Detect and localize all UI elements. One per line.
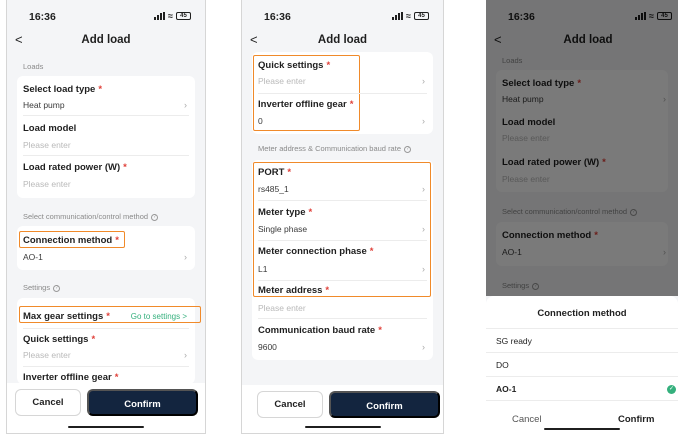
offline-gear-value[interactable]: 0 [258,116,263,126]
battery-icon: 45 [176,12,191,20]
nav-bar: < Add load [7,32,205,50]
chevron-right-icon[interactable]: › [422,224,425,234]
option-sg-ready[interactable]: SG ready [496,336,532,346]
quick-settings-label: Quick settings * [23,334,96,345]
baud-rate-label: Communication baud rate * [258,325,382,336]
page-title: Add load [81,34,131,46]
chevron-right-icon[interactable]: › [422,116,425,126]
chevron-right-icon[interactable]: › [184,252,187,262]
section-meter: Meter address & Communication baud rate? [258,144,411,153]
section-settings: Settings? [23,283,61,292]
meter-address-input[interactable]: Please enter [258,303,306,313]
quick-settings-input[interactable]: Please enter [258,76,306,86]
bottom-button-bar: Cancel Confirm [7,383,205,433]
meter-phase-value[interactable]: L1 [258,264,267,274]
check-icon: ✓ [667,385,676,394]
signal-icon [154,12,166,20]
phone-screen-connection-sheet: 16:36 ≈ 45 < Add load Loads Select load … [486,0,678,434]
nav-bar: < Add load [242,32,443,50]
load-type-label: Select load type* [23,84,103,95]
home-indicator [68,425,144,428]
info-icon[interactable]: ? [404,145,411,153]
status-time: 16:36 [264,11,291,23]
meter-type-label: Meter type * [258,207,313,218]
page-title: Add load [317,34,368,46]
wifi-icon: ≈ [406,11,411,21]
baud-rate-value[interactable]: 9600 [258,342,277,352]
bottom-button-bar: Cancel Confirm [242,385,443,433]
phone-screen-meter: 16:36 ≈ 45 < Add load Quick settings * Pl… [241,0,444,434]
connection-method-sheet: Connection method SG ready DO AO-1 ✓ Can… [486,296,678,434]
load-model-input[interactable]: Please enter [23,140,71,150]
load-type-value[interactable]: Heat pump [23,100,65,110]
quick-settings-input[interactable]: Please enter [23,350,71,360]
info-icon[interactable]: ? [151,213,159,221]
offline-gear-label: Inverter offline gear * [258,99,354,110]
sheet-cancel-button[interactable]: Cancel [512,414,542,425]
status-bar: 16:36 ≈ 45 [7,11,205,25]
status-time: 16:36 [29,11,56,23]
home-indicator [544,427,620,430]
meter-type-value[interactable]: Single phase [258,224,307,234]
wifi-icon: ≈ [168,11,173,21]
confirm-button[interactable]: Confirm [87,389,198,416]
info-icon[interactable]: ? [53,284,61,292]
load-model-label: Load model [23,123,77,134]
highlight-box [19,231,125,248]
home-indicator [304,425,381,428]
confirm-button[interactable]: Confirm [329,391,440,418]
modal-overlay[interactable] [486,0,678,296]
cancel-button[interactable]: Cancel [15,389,81,416]
phone-screen-load-type: 16:36 ≈ 45 < Add load Loads Select load … [6,0,206,434]
meter-phase-label: Meter connection phase * [258,246,374,257]
signal-icon [392,12,404,20]
highlight-box [19,306,201,323]
rated-power-label: Load rated power (W)* [23,162,127,173]
quick-settings-label: Quick settings * [258,60,331,71]
status-bar: 16:36 ≈ 45 [242,11,443,25]
chevron-right-icon[interactable]: › [422,184,425,194]
cancel-button[interactable]: Cancel [257,391,323,418]
rated-power-input[interactable]: Please enter [23,179,71,189]
chevron-right-icon[interactable]: › [184,350,187,360]
section-loads: Loads [23,62,44,71]
chevron-right-icon[interactable]: › [422,342,425,352]
chevron-right-icon[interactable]: › [184,100,187,110]
offline-gear-label: Inverter offline gear * [23,372,119,383]
sheet-title: Connection method [537,308,627,319]
sheet-confirm-button[interactable]: Confirm [618,414,654,425]
connection-method-value[interactable]: AO-1 [23,252,43,262]
chevron-right-icon[interactable]: › [422,264,425,274]
port-value[interactable]: rs485_1 [258,184,289,194]
option-ao-1[interactable]: AO-1 [496,384,516,394]
option-do[interactable]: DO [496,360,509,370]
chevron-right-icon[interactable]: › [422,76,425,86]
meter-address-label: Meter address * [258,285,330,296]
port-label: PORT * [258,167,292,178]
section-communication: Select communication/control method? [23,212,159,221]
battery-icon: 45 [414,12,429,20]
